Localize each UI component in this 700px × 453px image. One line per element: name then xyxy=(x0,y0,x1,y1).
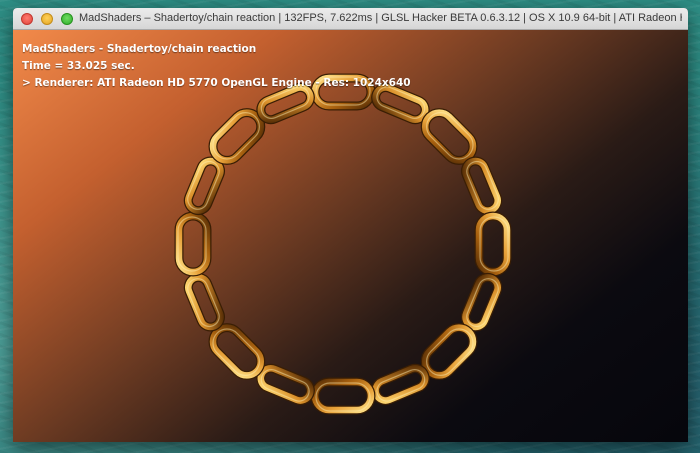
zoom-icon[interactable] xyxy=(61,13,73,25)
chain-link xyxy=(183,156,226,216)
chain-link xyxy=(474,211,512,277)
app-window: MadShaders – Shadertoy/chain reaction | … xyxy=(13,8,688,442)
chain-link xyxy=(208,323,266,380)
minimize-icon[interactable] xyxy=(41,13,53,25)
chain-link xyxy=(174,211,212,277)
hud-time: Time = 33.025 sec. xyxy=(22,60,135,72)
chain-link xyxy=(371,363,430,406)
hud-overlay: MadShaders - Shadertoy/chain reaction Ti… xyxy=(22,41,411,92)
window-title: MadShaders – Shadertoy/chain reaction | … xyxy=(79,12,682,24)
chain-link xyxy=(183,272,226,332)
chain-link xyxy=(420,108,478,165)
chain-link xyxy=(460,272,503,332)
chain-links xyxy=(174,73,512,415)
render-viewport[interactable]: MadShaders - Shadertoy/chain reaction Ti… xyxy=(13,30,688,442)
title-bar[interactable]: MadShaders – Shadertoy/chain reaction | … xyxy=(13,8,688,30)
close-icon[interactable] xyxy=(21,13,33,25)
chain-link xyxy=(256,363,315,406)
hud-title: MadShaders - Shadertoy/chain reaction xyxy=(22,43,257,55)
hud-renderer: > Renderer: ATI Radeon HD 5770 OpenGL En… xyxy=(22,77,411,89)
chain-link xyxy=(460,156,503,216)
chain-link xyxy=(310,377,376,415)
